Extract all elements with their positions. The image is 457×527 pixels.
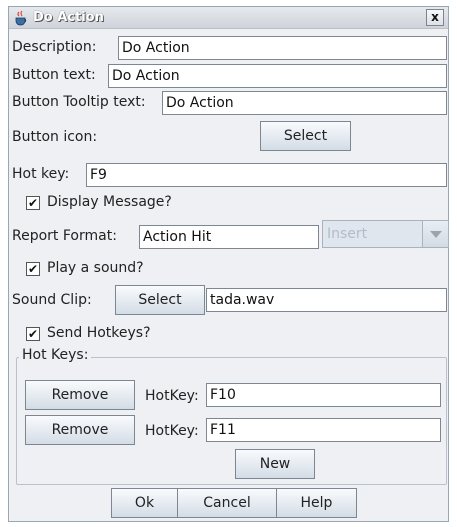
display-message-checkbox[interactable]: ✔ Display Message? [26, 194, 196, 214]
remove-hotkey-button[interactable]: Remove [25, 380, 135, 410]
play-sound-checkbox[interactable]: ✔ Play a sound? [26, 260, 176, 280]
button-tooltip-field[interactable]: Do Action [162, 91, 447, 115]
new-hotkey-button[interactable]: New [235, 449, 315, 479]
close-icon: x [431, 10, 439, 24]
hot-key-label: Hot key: [12, 166, 70, 182]
button-text-field[interactable]: Do Action [108, 64, 447, 88]
cancel-button[interactable]: Cancel [177, 488, 277, 518]
send-hotkeys-label: Send Hotkeys? [47, 325, 151, 341]
play-sound-label: Play a sound? [47, 260, 144, 276]
send-hotkeys-checkbox[interactable]: ✔ Send Hotkeys? [26, 325, 176, 345]
hot-key-field[interactable]: F9 [86, 163, 447, 187]
window-title: Do Action [33, 10, 104, 25]
do-action-dialog: Do Action x Description: Do Action Butto… [8, 6, 449, 522]
close-button[interactable]: x [426, 9, 444, 26]
help-button[interactable]: Help [276, 488, 357, 518]
button-icon-label: Button icon: [12, 129, 98, 145]
report-format-label: Report Format: [12, 228, 117, 244]
report-format-field[interactable]: Action Hit [139, 225, 319, 249]
sound-clip-label: Sound Clip: [12, 292, 92, 308]
description-label: Description: [12, 39, 97, 55]
hot-keys-group-title: Hot Keys: [19, 347, 92, 363]
button-tooltip-label: Button Tooltip text: [12, 94, 146, 110]
sound-select-button[interactable]: Select [115, 285, 205, 315]
checkmark-icon: ✔ [26, 262, 40, 276]
ok-button[interactable]: Ok [111, 488, 178, 518]
title-bar[interactable]: Do Action x [9, 7, 448, 29]
description-field[interactable]: Do Action [118, 36, 447, 60]
insert-combo-value: Insert [327, 226, 368, 242]
display-message-label: Display Message? [47, 194, 172, 210]
remove-hotkey-button[interactable]: Remove [25, 415, 135, 445]
button-text-label: Button text: [12, 67, 96, 83]
sound-clip-field[interactable]: tada.wav [206, 288, 447, 312]
hotkey-label: HotKey: [145, 388, 199, 404]
hotkey-field[interactable]: F10 [206, 383, 441, 407]
chevron-down-icon[interactable] [422, 221, 448, 247]
insert-combo[interactable]: Insert [322, 220, 449, 248]
checkmark-icon: ✔ [26, 196, 40, 210]
hotkey-field[interactable]: F11 [206, 418, 441, 442]
hotkey-label: HotKey: [145, 423, 199, 439]
checkmark-icon: ✔ [26, 327, 40, 341]
java-cup-icon [13, 10, 29, 26]
icon-select-button[interactable]: Select [260, 121, 351, 151]
